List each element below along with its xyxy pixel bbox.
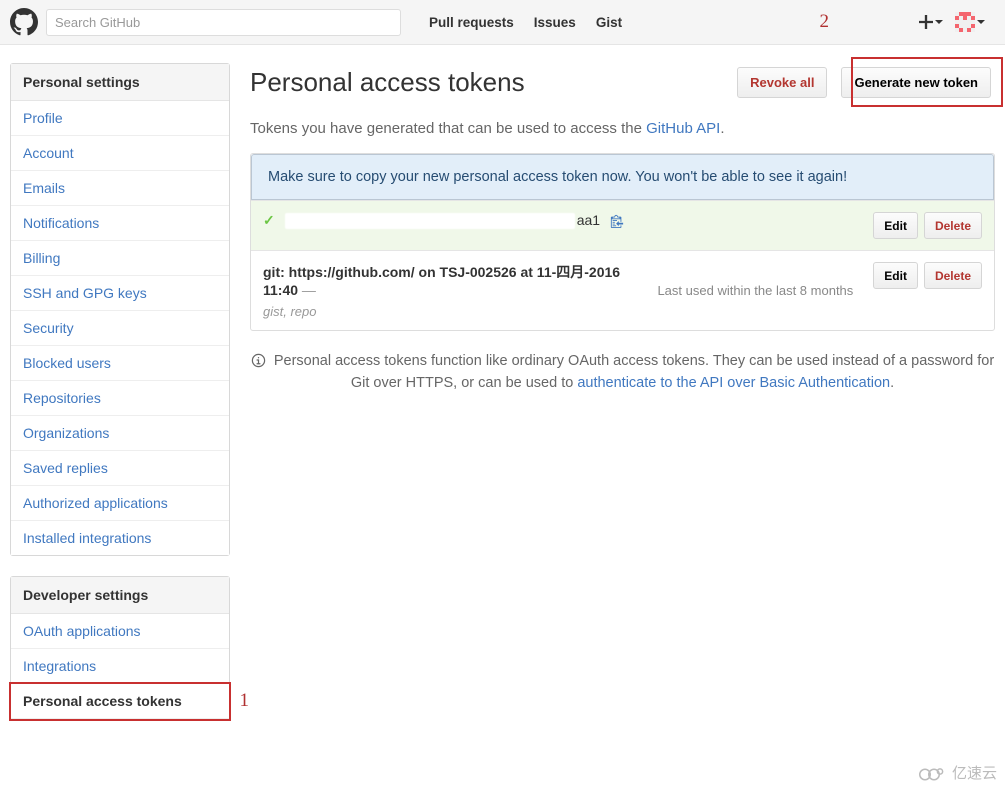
sidebar-item-personal-access-tokens[interactable]: Personal access tokens: [11, 684, 229, 719]
nav-gist[interactable]: Gist: [588, 15, 630, 30]
sidebar-item-billing[interactable]: Billing: [11, 241, 229, 276]
sidebar-item-notifications[interactable]: Notifications: [11, 206, 229, 241]
revoke-all-button[interactable]: Revoke all: [737, 67, 827, 98]
create-menu[interactable]: [919, 15, 943, 29]
sidebar-item-authorized-applications[interactable]: Authorized applications: [11, 486, 229, 521]
token-row-actions: Edit Delete: [873, 262, 982, 289]
global-header: Pull requests Issues Gist 2: [0, 0, 1005, 45]
token-scopes: gist, repo: [263, 304, 647, 319]
github-api-link[interactable]: GitHub API: [646, 120, 720, 137]
menu-header-developer: Developer settings: [11, 577, 229, 614]
sidebar-item-ssh-gpg[interactable]: SSH and GPG keys: [11, 276, 229, 311]
token-new-content: aa1: [285, 212, 864, 229]
watermark-text: 亿速云: [952, 762, 997, 783]
token-row-existing: git: https://github.com/ on TSJ-002526 a…: [251, 250, 994, 330]
page-title: Personal access tokens: [250, 67, 525, 98]
nav-issues[interactable]: Issues: [526, 15, 584, 30]
sidebar-item-repositories[interactable]: Repositories: [11, 381, 229, 416]
delete-token-button[interactable]: Delete: [924, 262, 982, 289]
caret-down-icon: [977, 20, 985, 24]
footnote: Personal access tokens function like ord…: [250, 351, 995, 395]
token-title-sep: —: [298, 282, 316, 298]
personal-settings-menu: Personal settings Profile Account Emails…: [10, 63, 230, 556]
settings-sidebar: Personal settings Profile Account Emails…: [10, 63, 230, 740]
page-head: Personal access tokens Revoke all Genera…: [250, 63, 995, 102]
token-value-tail: aa1: [577, 212, 600, 228]
check-icon: ✓: [263, 212, 275, 229]
token-value-redacted: [285, 213, 575, 229]
flash-copy-token: Make sure to copy your new personal acce…: [251, 154, 994, 200]
nav-pull-requests[interactable]: Pull requests: [421, 15, 522, 30]
annotation-1: 1: [240, 690, 250, 712]
developer-settings-menu: Developer settings OAuth applications In…: [10, 576, 230, 720]
delete-token-button[interactable]: Delete: [924, 212, 982, 239]
sidebar-item-emails[interactable]: Emails: [11, 171, 229, 206]
token-row-new: ✓ aa1 Edit Delete: [251, 200, 994, 250]
github-logo-icon[interactable]: [10, 8, 38, 36]
intro-suffix: .: [720, 120, 724, 137]
plus-icon: [919, 15, 933, 29]
sidebar-item-blocked-users[interactable]: Blocked users: [11, 346, 229, 381]
avatar-identicon: [955, 12, 975, 32]
sidebar-item-account[interactable]: Account: [11, 136, 229, 171]
header-right: 2: [820, 11, 996, 33]
search-input[interactable]: [46, 9, 401, 36]
sidebar-item-installed-integrations[interactable]: Installed integrations: [11, 521, 229, 555]
token-last-used: Last used within the last 8 months: [657, 283, 863, 298]
caret-down-icon: [935, 20, 943, 24]
edit-token-button[interactable]: Edit: [873, 262, 918, 289]
sidebar-item-organizations[interactable]: Organizations: [11, 416, 229, 451]
main-content: Personal access tokens Revoke all Genera…: [250, 63, 995, 740]
menu-header-personal: Personal settings: [11, 64, 229, 101]
page-actions: Revoke all Generate new token: [737, 63, 995, 102]
token-existing-content: git: https://github.com/ on TSJ-002526 a…: [263, 262, 647, 319]
generate-new-token-button[interactable]: Generate new token: [841, 67, 991, 98]
sidebar-item-profile[interactable]: Profile: [11, 101, 229, 136]
footnote-text2: .: [890, 375, 894, 391]
sidebar-item-saved-replies[interactable]: Saved replies: [11, 451, 229, 486]
sidebar-item-oauth-applications[interactable]: OAuth applications: [11, 614, 229, 649]
sidebar-item-integrations[interactable]: Integrations: [11, 649, 229, 684]
token-title-text: git: https://github.com/ on TSJ-002526 a…: [263, 264, 620, 298]
copy-icon[interactable]: [610, 214, 624, 228]
token-row-actions: Edit Delete: [873, 212, 982, 239]
annotation-2: 2: [820, 11, 830, 33]
intro-text: Tokens you have generated that can be us…: [250, 120, 995, 137]
watermark: 亿速云: [916, 762, 997, 783]
intro-prefix: Tokens you have generated that can be us…: [250, 120, 646, 137]
sidebar-item-security[interactable]: Security: [11, 311, 229, 346]
token-title: git: https://github.com/ on TSJ-002526 a…: [263, 264, 620, 298]
edit-token-button[interactable]: Edit: [873, 212, 918, 239]
info-icon: [251, 353, 266, 368]
token-list: Make sure to copy your new personal acce…: [250, 153, 995, 331]
basic-auth-link[interactable]: authenticate to the API over Basic Authe…: [577, 375, 890, 391]
header-nav: Pull requests Issues Gist: [421, 15, 630, 30]
user-menu[interactable]: [955, 12, 985, 32]
